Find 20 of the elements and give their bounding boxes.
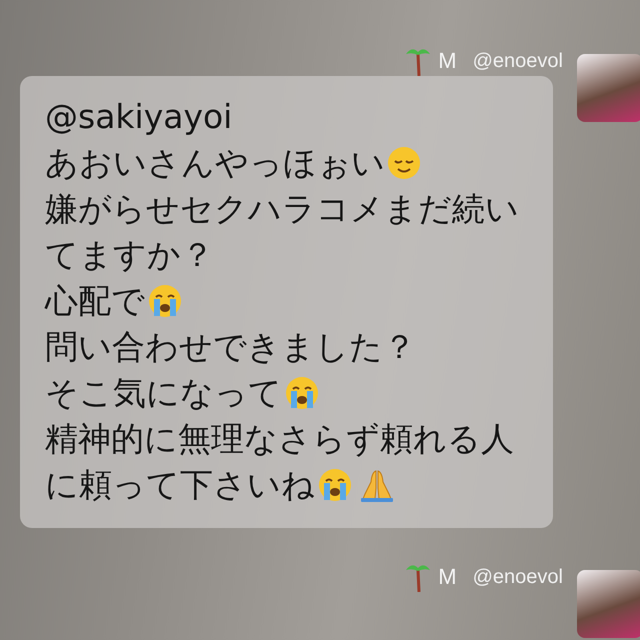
message-text: 心配で [45, 280, 145, 322]
message-text: に頼って下さいね [45, 464, 315, 506]
crying-face-icon [317, 468, 353, 502]
message-text: あおいさんやっほぉい [45, 142, 385, 184]
relieved-face-icon [387, 146, 421, 180]
message-text: 問い合わせできました？ [45, 326, 416, 368]
message-text: 精神的に無理なさらず頼れる人 [45, 418, 514, 460]
user-handle: @enoevol [472, 566, 563, 588]
crying-face-icon [147, 284, 183, 318]
avatar-photo-placeholder [577, 54, 640, 122]
praying-hands-icon [359, 468, 395, 502]
display-name: M [438, 48, 457, 74]
display-name: M [438, 564, 457, 590]
user-handle: @enoevol [472, 50, 563, 72]
message-text: そこ気になって [45, 372, 282, 414]
message-text: @sakiyayoi [45, 96, 232, 138]
crying-face-icon [284, 376, 320, 410]
message-text: てますか？ [45, 234, 214, 276]
message-text: 嫌がらせセクハラコメまだ続い [45, 188, 519, 230]
avatar-photo-placeholder [577, 570, 640, 638]
